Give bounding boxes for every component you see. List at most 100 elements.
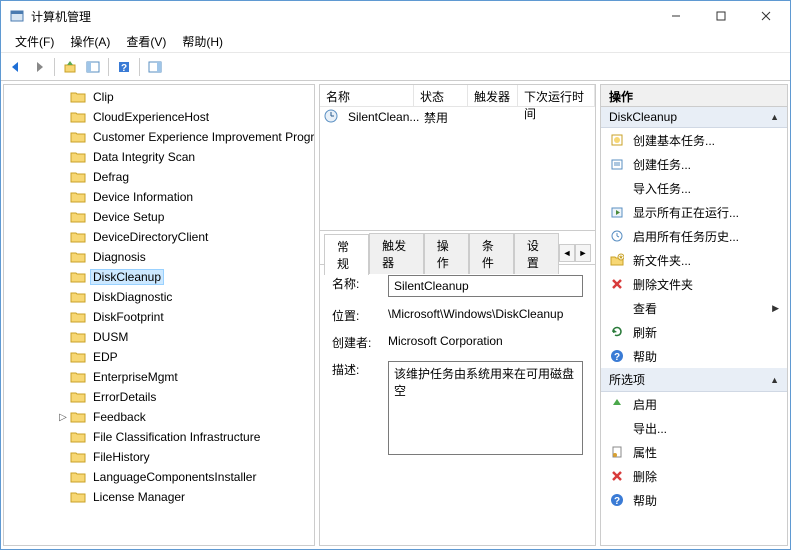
tree-item[interactable]: CloudExperienceHost [4,107,314,127]
task-list[interactable]: SilentClean... 禁用 [320,107,595,230]
help-button[interactable]: ? [113,56,135,78]
field-author: Microsoft Corporation [388,334,583,348]
action-item[interactable]: ?帮助 [601,488,787,512]
show-hide-action-button[interactable] [144,56,166,78]
action-item[interactable]: ★新文件夹... [601,248,787,272]
folder-icon [70,190,86,204]
label-location: 位置: [332,307,388,324]
tree-item[interactable]: DiskFootprint [4,307,314,327]
menu-help[interactable]: 帮助(H) [174,31,231,52]
tree-item[interactable]: Device Information [4,187,314,207]
menu-action[interactable]: 操作(A) [62,31,118,52]
folder-icon [70,470,86,484]
view-icon [609,300,625,316]
folder-tree[interactable]: ClipCloudExperienceHostCustomer Experien… [4,85,314,545]
tree-item[interactable]: Clip [4,87,314,107]
props-icon [609,444,625,460]
col-status[interactable]: 状态 [414,85,468,106]
tree-item-label: DiskCleanup [90,269,164,285]
maximize-button[interactable] [698,2,743,30]
tree-item[interactable]: Device Setup [4,207,314,227]
collapse-icon: ▲ [770,375,779,385]
action-item[interactable]: 刷新 [601,320,787,344]
action-label: 属性 [633,444,657,461]
menu-view[interactable]: 查看(V) [118,31,174,52]
tree-item[interactable]: FileHistory [4,447,314,467]
action-item[interactable]: 删除文件夹 [601,272,787,296]
action-section-folder[interactable]: DiskCleanup ▲ [601,107,787,128]
tree-item[interactable]: ErrorDetails [4,387,314,407]
tab-general[interactable]: 常规 [324,234,369,275]
action-section-selected[interactable]: 所选项 ▲ [601,368,787,392]
forward-button[interactable] [28,56,50,78]
tree-item-label: Feedback [90,409,149,425]
titlebar: 计算机管理 [1,1,790,31]
action-item[interactable]: 导出... [601,416,787,440]
action-item[interactable]: ?帮助 [601,344,787,368]
tab-scroll-right[interactable]: ► [575,244,591,262]
task-row[interactable]: SilentClean... 禁用 [320,107,595,127]
expander-icon[interactable]: ▷ [56,412,70,423]
tree-item[interactable]: File Classification Infrastructure [4,427,314,447]
up-button[interactable] [59,56,81,78]
back-button[interactable] [5,56,27,78]
tab-scroll-left[interactable]: ◄ [559,244,575,262]
action-item[interactable]: 启用 [601,392,787,416]
tree-item-label: FileHistory [90,449,153,465]
tree-item[interactable]: License Manager [4,487,314,507]
tab-conditions[interactable]: 条件 [469,233,514,274]
action-label: 启用 [633,396,657,413]
tree-item-label: Diagnosis [90,249,149,265]
tree-item-label: File Classification Infrastructure [90,429,263,445]
tree-item-label: Device Setup [90,209,167,225]
folder-icon [70,210,86,224]
newfolder-icon: ★ [609,252,625,268]
tab-settings[interactable]: 设置 [514,233,559,274]
action-item[interactable]: 显示所有正在运行... [601,200,787,224]
tab-actions[interactable]: 操作 [424,233,469,274]
tree-item[interactable]: EnterpriseMgmt [4,367,314,387]
minimize-button[interactable] [653,2,698,30]
tree-item-label: DiskDiagnostic [90,289,175,305]
action-label: 创建任务... [633,156,691,173]
action-item[interactable]: 启用所有任务历史... [601,224,787,248]
tree-item[interactable]: Diagnosis [4,247,314,267]
tree-item[interactable]: EDP [4,347,314,367]
action-item[interactable]: 查看▶ [601,296,787,320]
action-item[interactable]: 属性 [601,440,787,464]
action-label: 显示所有正在运行... [633,204,739,221]
show-hide-tree-button[interactable] [82,56,104,78]
tree-item[interactable]: ▷ Feedback [4,407,314,427]
action-label: 帮助 [633,492,657,509]
action-item[interactable]: 创建任务... [601,152,787,176]
field-name[interactable]: SilentCleanup [388,275,583,297]
tree-item[interactable]: DiskDiagnostic [4,287,314,307]
folder-icon [70,330,86,344]
action-item[interactable]: 删除 [601,464,787,488]
tab-triggers[interactable]: 触发器 [369,233,424,274]
menu-file[interactable]: 文件(F) [7,31,62,52]
tree-item[interactable]: DeviceDirectoryClient [4,227,314,247]
tree-item[interactable]: DUSM [4,327,314,347]
action-item[interactable]: 创建基本任务... [601,128,787,152]
window-title: 计算机管理 [31,8,653,25]
tree-item[interactable]: Data Integrity Scan [4,147,314,167]
folder-icon [70,370,86,384]
action-item[interactable]: 导入任务... [601,176,787,200]
enable-icon [609,396,625,412]
field-description[interactable]: 该维护任务由系统用来在可用磁盘空 [388,361,583,455]
clock-icon [324,109,340,125]
col-nextrun[interactable]: 下次运行时间 [518,85,595,106]
tree-item[interactable]: Customer Experience Improvement Program [4,127,314,147]
actions-header: 操作 [601,85,787,107]
task-properties: 名称: SilentCleanup 位置: \Microsoft\Windows… [320,265,595,545]
close-button[interactable] [743,2,788,30]
folder-icon [70,270,86,284]
tree-item[interactable]: DiskCleanup [4,267,314,287]
tree-item[interactable]: Defrag [4,167,314,187]
col-name[interactable]: 名称 [320,85,414,106]
col-trigger[interactable]: 触发器 [468,85,518,106]
tree-item-label: ErrorDetails [90,389,159,405]
task-status: 禁用 [420,109,452,126]
tree-item[interactable]: LanguageComponentsInstaller [4,467,314,487]
